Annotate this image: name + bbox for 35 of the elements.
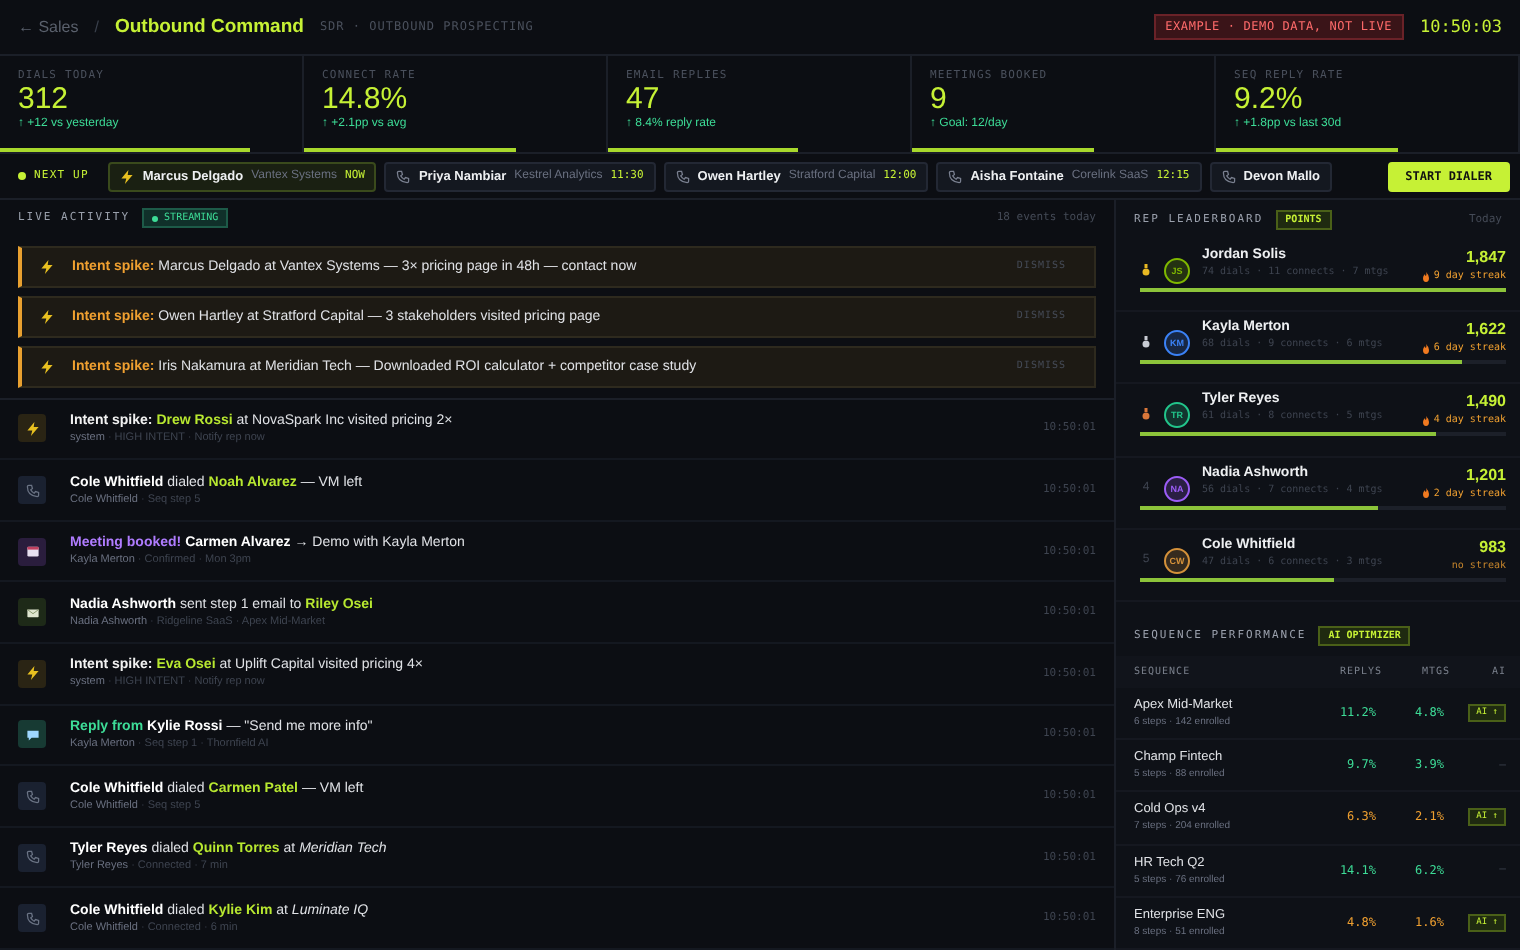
flame-icon — [1421, 343, 1430, 354]
lightning-icon — [25, 666, 39, 681]
clock: 10:50:03 — [1420, 17, 1502, 37]
lightning-icon — [120, 169, 135, 183]
calendar-icon — [25, 544, 39, 559]
status-dot — [18, 172, 26, 180]
phone-icon — [25, 850, 39, 865]
flame-icon — [1421, 488, 1430, 499]
lightning-icon — [40, 359, 54, 374]
stat-value: 312 — [18, 82, 71, 117]
phone-icon — [675, 169, 690, 183]
rep-points: 983 — [1479, 537, 1506, 556]
rep-points: 1,622 — [1465, 320, 1506, 339]
stat-value: 47 — [626, 82, 662, 117]
stat-value: 9.2% — [1234, 82, 1305, 117]
rep-points: 1,201 — [1465, 465, 1506, 484]
stat-value: 14.8% — [322, 82, 410, 117]
rep-points: 1,490 — [1465, 392, 1506, 411]
phone-icon — [396, 169, 411, 183]
phone-icon — [1221, 169, 1236, 183]
phone-icon — [25, 911, 39, 926]
rep-points: 1,847 — [1465, 248, 1506, 267]
breadcrumb-separator: / — [94, 18, 99, 36]
chat-bubble-icon — [25, 727, 39, 742]
envelope-icon — [25, 605, 39, 620]
flame-icon — [1421, 271, 1430, 282]
phone-icon — [948, 169, 963, 183]
flame-icon — [1421, 415, 1430, 426]
page-title: Outbound Command — [114, 16, 304, 38]
lightning-icon — [25, 421, 39, 436]
stat-value: 9 — [930, 82, 949, 117]
lightning-icon — [40, 309, 54, 324]
lightning-icon — [40, 259, 54, 274]
phone-icon — [25, 789, 39, 804]
phone-icon — [25, 483, 39, 498]
